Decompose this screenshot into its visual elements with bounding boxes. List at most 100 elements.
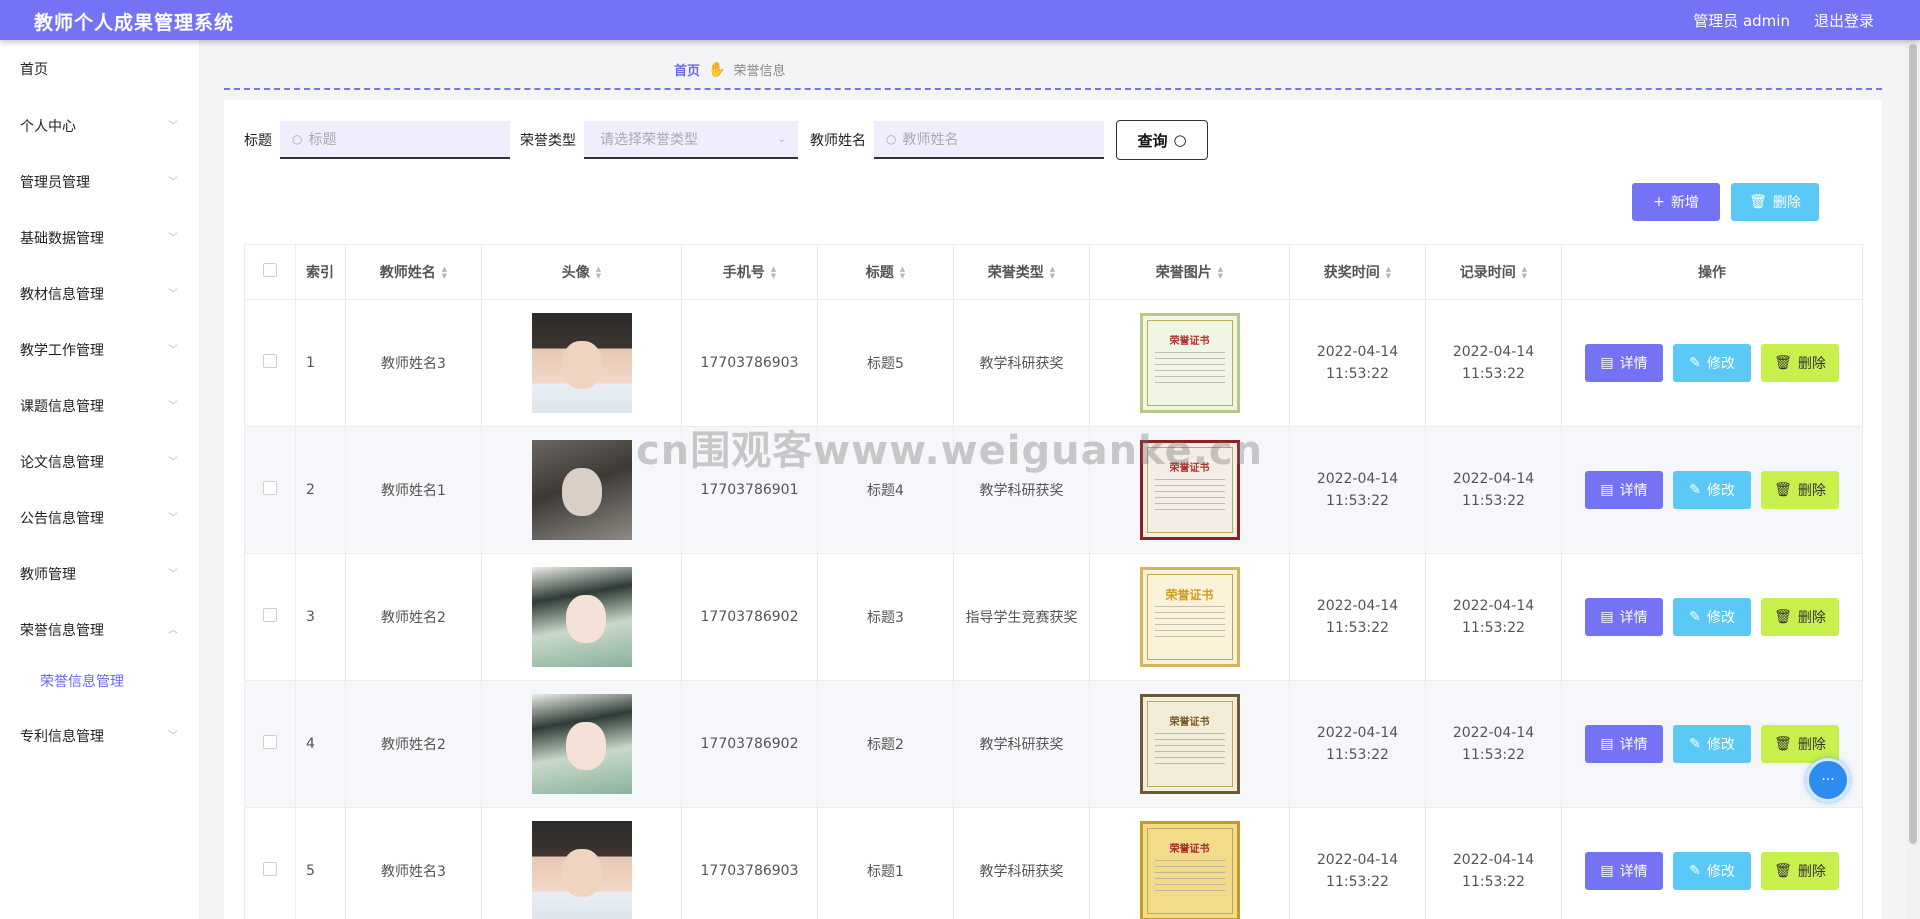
delete-label: 删除 — [1772, 195, 1801, 211]
sort-icon[interactable]: ▲ ▼ — [1386, 266, 1391, 280]
sidebar-item[interactable]: 教材信息管理 ﹀ — [0, 280, 200, 310]
sort-icon[interactable]: ▲ ▼ — [596, 266, 601, 280]
query-button[interactable]: 查询 ○ — [1116, 120, 1208, 160]
edit-label: 修改 — [1706, 737, 1735, 753]
delete-button[interactable]: 🗑 删除 — [1761, 852, 1839, 890]
detail-button[interactable]: ▤ 详情 — [1585, 344, 1663, 382]
sidebar-subitem-honor-management[interactable]: 荣誉信息管理 — [0, 668, 200, 696]
row-checkbox[interactable] — [263, 735, 277, 749]
column-header[interactable]: 记录时间 ▲ ▼ — [1425, 244, 1562, 300]
honor-image[interactable]: 荣誉证书 — [1139, 821, 1240, 919]
teacher-search-input[interactable]: ○ 教师姓名 — [874, 121, 1104, 159]
batch-delete-button[interactable]: 🗑 删除 — [1731, 183, 1819, 221]
sidebar-item[interactable]: 基础数据管理 ﹀ — [0, 224, 200, 254]
avatar[interactable] — [531, 313, 632, 413]
detail-button[interactable]: ▤ 详情 — [1585, 471, 1663, 509]
column-header[interactable]: 荣誉类型 ▲ ▼ — [953, 244, 1090, 300]
trash-icon: 🗑 — [1774, 609, 1792, 625]
avatar-cell — [481, 426, 682, 554]
sort-icon[interactable]: ▲ ▼ — [442, 266, 447, 280]
delete-button[interactable]: 🗑 删除 — [1761, 471, 1839, 509]
add-label: 新增 — [1670, 195, 1699, 211]
avatar[interactable] — [531, 567, 632, 667]
title-search-input[interactable]: ○ 标题 — [280, 121, 510, 159]
column-header-label: 手机号 — [722, 265, 765, 281]
phone-cell: 17703786903 — [681, 299, 818, 427]
sidebar-item[interactable]: 专利信息管理 ﹀ — [0, 722, 200, 752]
honor-image[interactable]: 荣誉证书 — [1139, 313, 1240, 413]
sidebar-item-label: 论文信息管理 — [20, 455, 104, 471]
breadcrumb-home[interactable]: 首页 — [674, 60, 700, 79]
sidebar-item[interactable]: 教学工作管理 ﹀ — [0, 336, 200, 366]
scrollbar[interactable] — [1906, 40, 1920, 919]
select-all-checkbox[interactable] — [263, 263, 277, 277]
record-time: 2022-04-14 11:53:22 — [1452, 852, 1535, 890]
cert-cell: 荣誉证书 — [1089, 426, 1290, 554]
edit-button[interactable]: ✎ 修改 — [1673, 598, 1751, 636]
row-checkbox[interactable] — [263, 354, 277, 368]
sidebar-item[interactable]: 教师管理 ﹀ — [0, 560, 200, 590]
sort-icon[interactable]: ▲ ▼ — [900, 266, 905, 280]
sidebar-item[interactable]: 个人中心 ﹀ — [0, 112, 200, 142]
scrollbar-thumb[interactable] — [1909, 44, 1917, 844]
row-checkbox[interactable] — [263, 862, 277, 876]
search-icon: ○ — [886, 132, 897, 146]
record-time-cell: 2022-04-14 11:53:22 — [1425, 299, 1562, 427]
sort-icon[interactable]: ▲ ▼ — [771, 266, 776, 280]
sidebar-item[interactable]: 论文信息管理 ﹀ — [0, 448, 200, 478]
column-header[interactable]: 标题 ▲ ▼ — [817, 244, 954, 300]
honor-image[interactable]: 荣誉证书 — [1139, 567, 1240, 667]
phone-cell: 17703786903 — [681, 807, 818, 919]
honor-image[interactable]: 荣誉证书 — [1139, 440, 1240, 540]
floating-menu-button[interactable]: ··· — [1806, 758, 1850, 802]
avatar-cell — [481, 553, 682, 681]
user-label[interactable]: 管理员 admin — [1693, 10, 1790, 31]
index-cell: 4 — [295, 680, 346, 808]
edit-button[interactable]: ✎ 修改 — [1673, 344, 1751, 382]
sidebar-item[interactable]: 管理员管理 ﹀ — [0, 168, 200, 198]
sidebar-item[interactable]: 公告信息管理 ﹀ — [0, 504, 200, 534]
row-checkbox[interactable] — [263, 608, 277, 622]
sort-icon[interactable]: ▲ ▼ — [1522, 266, 1527, 280]
sort-icon[interactable]: ▲ ▼ — [1218, 266, 1223, 280]
trash-icon: 🗑 — [1774, 736, 1792, 752]
trash-icon: 🗑 — [1774, 863, 1792, 879]
sort-icon[interactable]: ▲ ▼ — [1050, 266, 1055, 280]
trash-icon: 🗑 — [1749, 194, 1767, 210]
avatar[interactable] — [531, 694, 632, 794]
column-header[interactable]: 手机号 ▲ ▼ — [681, 244, 818, 300]
document-icon: ▤ — [1600, 736, 1614, 752]
edit-button[interactable]: ✎ 修改 — [1673, 725, 1751, 763]
honor-image[interactable]: 荣誉证书 — [1139, 694, 1240, 794]
sidebar-item[interactable]: 首页 — [0, 55, 200, 85]
detail-button[interactable]: ▤ 详情 — [1585, 852, 1663, 890]
avatar[interactable] — [531, 440, 632, 540]
delete-button[interactable]: 🗑 删除 — [1761, 598, 1839, 636]
sidebar-item-label: 荣誉信息管理 — [20, 623, 104, 639]
sidebar-item[interactable]: 荣誉信息管理 ︿ — [0, 616, 200, 646]
pencil-icon: ✎ — [1689, 736, 1701, 752]
edit-button[interactable]: ✎ 修改 — [1673, 852, 1751, 890]
divider — [224, 88, 1882, 90]
document-icon: ▤ — [1600, 609, 1614, 625]
plus-icon: + — [1653, 194, 1665, 210]
type-placeholder: 请选择荣誉类型 — [600, 132, 698, 148]
detail-button[interactable]: ▤ 详情 — [1585, 598, 1663, 636]
column-header[interactable]: 教师姓名 ▲ ▼ — [345, 244, 482, 300]
avatar-cell — [481, 807, 682, 919]
column-header[interactable]: 获奖时间 ▲ ▼ — [1289, 244, 1426, 300]
detail-button[interactable]: ▤ 详情 — [1585, 725, 1663, 763]
row-checkbox[interactable] — [263, 481, 277, 495]
logout-button[interactable]: 退出登录 — [1814, 10, 1874, 31]
add-button[interactable]: + 新增 — [1632, 183, 1720, 221]
breadcrumb: 首页 ✋ 荣誉信息 — [674, 60, 785, 80]
column-header[interactable]: 头像 ▲ ▼ — [481, 244, 682, 300]
type-select[interactable]: 请选择荣誉类型 ⌄ — [584, 121, 798, 159]
avatar[interactable] — [531, 821, 632, 919]
delete-button[interactable]: 🗑 删除 — [1761, 344, 1839, 382]
top-header: 教师个人成果管理系统 管理员 admin 退出登录 — [0, 0, 1920, 40]
edit-button[interactable]: ✎ 修改 — [1673, 471, 1751, 509]
column-header[interactable]: 荣誉图片 ▲ ▼ — [1089, 244, 1290, 300]
sidebar-item[interactable]: 课题信息管理 ﹀ — [0, 392, 200, 422]
delete-label: 删除 — [1797, 610, 1826, 626]
